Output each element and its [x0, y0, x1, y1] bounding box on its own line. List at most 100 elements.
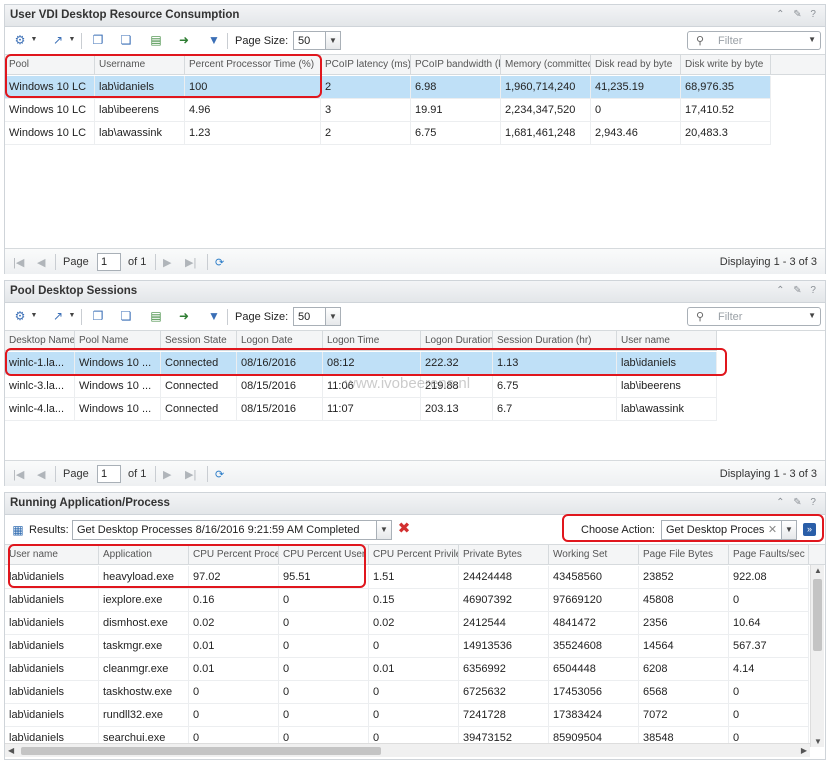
prev-page-icon[interactable]: ◀	[37, 468, 45, 481]
last-page-icon[interactable]: ▶|	[185, 468, 196, 481]
table-row[interactable]: lab\idaniels cleanmgr.exe 0.01 0 0.01 6356992…	[5, 658, 809, 681]
page-size-select[interactable]: 50 ▼	[293, 31, 341, 50]
refresh-icon[interactable]: ⟳	[215, 256, 224, 269]
chevron-down-icon[interactable]: ▼	[808, 35, 816, 44]
chevron-down-icon[interactable]: ▼	[325, 32, 340, 49]
clear-icon[interactable]: ✕	[765, 521, 780, 539]
chevron-down-icon[interactable]: ▼	[781, 521, 796, 539]
scroll-right-icon[interactable]: ▶	[801, 746, 807, 755]
scroll-up-icon[interactable]: ▲	[814, 566, 822, 575]
page-size-select[interactable]: 50 ▼	[293, 307, 341, 326]
vertical-scrollbar[interactable]: ▲ ▼	[810, 565, 824, 747]
gear-icon[interactable]: ⚙	[13, 33, 27, 47]
last-page-icon[interactable]: ▶|	[185, 256, 196, 269]
close-icon[interactable]: ✖	[397, 521, 411, 536]
column-header[interactable]: Page File Bytes	[639, 545, 729, 565]
column-header[interactable]: Desktop Name	[5, 331, 75, 351]
chevron-down-icon[interactable]: ▼	[65, 309, 79, 323]
table-cell: 35524608	[549, 635, 639, 657]
table-row[interactable]: lab\idaniels dismhost.exe 0.02 0 0.02 2412544…	[5, 612, 809, 635]
export-icon[interactable]: ↗	[51, 309, 65, 323]
copy-icon[interactable]: ❐	[91, 309, 105, 323]
table-cell: 0	[189, 704, 279, 726]
table-row[interactable]: lab\idaniels heavyload.exe 97.02 95.51 1.51 2…	[5, 566, 809, 589]
export-icon[interactable]: ↗	[51, 33, 65, 47]
table-row[interactable]: Windows 10 LC lab\ibeerens 4.96 3 19.91 …	[5, 99, 771, 122]
column-header[interactable]: Memory (committed	[501, 55, 591, 75]
chevron-down-icon[interactable]: ▼	[808, 311, 816, 320]
table-cell: winlc-4.la...	[5, 398, 75, 420]
column-header[interactable]: PCoIP bandwidth (kb	[411, 55, 501, 75]
page-number-input[interactable]: 1	[97, 253, 121, 271]
chevron-down-icon[interactable]: ▼	[27, 309, 41, 323]
duplicate-icon[interactable]: ❏	[119, 309, 133, 323]
chevron-down-icon[interactable]: ▼	[325, 308, 340, 325]
column-header[interactable]: Session Duration (hr)	[493, 331, 617, 351]
column-header[interactable]: User name	[5, 545, 99, 565]
chart-icon[interactable]: ▤	[149, 309, 163, 323]
panel-tools[interactable]: ⌃ ✎ ?	[776, 9, 819, 20]
prev-page-icon[interactable]: ◀	[37, 256, 45, 269]
filter-input[interactable]: ⚲ Filter ▼	[687, 31, 821, 50]
column-header[interactable]: User name	[617, 331, 717, 351]
chevron-down-icon[interactable]: ▼	[65, 33, 79, 47]
column-header[interactable]: Working Set	[549, 545, 639, 565]
filter-icon[interactable]: ▼	[207, 33, 221, 47]
table-row[interactable]: lab\idaniels taskhostw.exe 0 0 0 6725632 17453…	[5, 681, 809, 704]
column-header[interactable]: PCoIP latency (ms)	[321, 55, 411, 75]
choose-action-select[interactable]: Get Desktop Proces ✕ ▼	[661, 520, 797, 540]
search-icon: ⚲	[696, 35, 705, 47]
table-row[interactable]: Windows 10 LC lab\awassink 1.23 2 6.75 1…	[5, 122, 771, 145]
results-select[interactable]: Get Desktop Processes 8/16/2016 9:21:59 …	[72, 520, 392, 540]
table-row[interactable]: lab\idaniels rundll32.exe 0 0 0 7241728 173834…	[5, 704, 809, 727]
chevron-down-icon[interactable]: ▼	[376, 521, 391, 539]
column-header[interactable]: Page Faults/sec	[729, 545, 809, 565]
first-page-icon[interactable]: |◀	[13, 468, 24, 481]
column-header[interactable]: Application	[99, 545, 189, 565]
horizontal-scrollbar[interactable]: ◀ ▶	[5, 743, 810, 757]
column-header[interactable]: Disk write by byte	[681, 55, 771, 75]
table-cell: 0	[279, 589, 369, 611]
column-header[interactable]: Logon Time	[323, 331, 421, 351]
panel-tools[interactable]: ⌃ ✎ ?	[776, 285, 819, 296]
scrollbar-thumb[interactable]	[21, 747, 381, 755]
column-header[interactable]: CPU Percent Proces	[189, 545, 279, 565]
column-header[interactable]: CPU Percent Privileg	[369, 545, 459, 565]
table-row[interactable]: winlc-4.la... Windows 10 ... Connected 0…	[5, 398, 717, 421]
column-header[interactable]: Logon Date	[237, 331, 323, 351]
column-header[interactable]: Logon Duration	[421, 331, 493, 351]
scroll-left-icon[interactable]: ◀	[8, 746, 14, 755]
gear-icon[interactable]: ⚙	[13, 309, 27, 323]
column-header[interactable]: CPU Percent User T	[279, 545, 369, 565]
choose-action-label: Choose Action:	[581, 524, 655, 536]
column-header[interactable]: Private Bytes	[459, 545, 549, 565]
filter-input[interactable]: ⚲ Filter ▼	[687, 307, 821, 326]
scrollbar-thumb[interactable]	[813, 579, 822, 651]
column-header[interactable]: Disk read by byte	[591, 55, 681, 75]
table-row[interactable]: lab\idaniels iexplore.exe 0.16 0 0.15 4690739…	[5, 589, 809, 612]
column-header[interactable]: Percent Processor Time (%)	[185, 55, 321, 75]
table-cell: 1,960,714,240	[501, 76, 591, 98]
run-action-icon[interactable]: »	[803, 523, 816, 536]
refresh-icon[interactable]: ⟳	[215, 468, 224, 481]
column-header[interactable]: Pool Name	[75, 331, 161, 351]
column-header[interactable]: Username	[95, 55, 185, 75]
chevron-down-icon[interactable]: ▼	[27, 33, 41, 47]
next-page-icon[interactable]: ▶	[163, 256, 171, 269]
page-number-input[interactable]: 1	[97, 465, 121, 483]
table-row[interactable]: winlc-1.la... Windows 10 ... Connected 0…	[5, 352, 717, 375]
filter-icon[interactable]: ▼	[207, 309, 221, 323]
scroll-down-icon[interactable]: ▼	[814, 737, 822, 746]
table-row[interactable]: lab\idaniels taskmgr.exe 0.01 0 0 14913536 355…	[5, 635, 809, 658]
panel-tools[interactable]: ⌃ ✎ ?	[776, 497, 819, 508]
move-to-icon[interactable]: ➜	[177, 33, 191, 47]
duplicate-icon[interactable]: ❏	[119, 33, 133, 47]
column-header[interactable]: Pool	[5, 55, 95, 75]
next-page-icon[interactable]: ▶	[163, 468, 171, 481]
column-header[interactable]: Session State	[161, 331, 237, 351]
table-row[interactable]: Windows 10 LC lab\idaniels 100 2 6.98 1,…	[5, 76, 771, 99]
move-to-icon[interactable]: ➜	[177, 309, 191, 323]
copy-icon[interactable]: ❐	[91, 33, 105, 47]
chart-icon[interactable]: ▤	[149, 33, 163, 47]
first-page-icon[interactable]: |◀	[13, 256, 24, 269]
